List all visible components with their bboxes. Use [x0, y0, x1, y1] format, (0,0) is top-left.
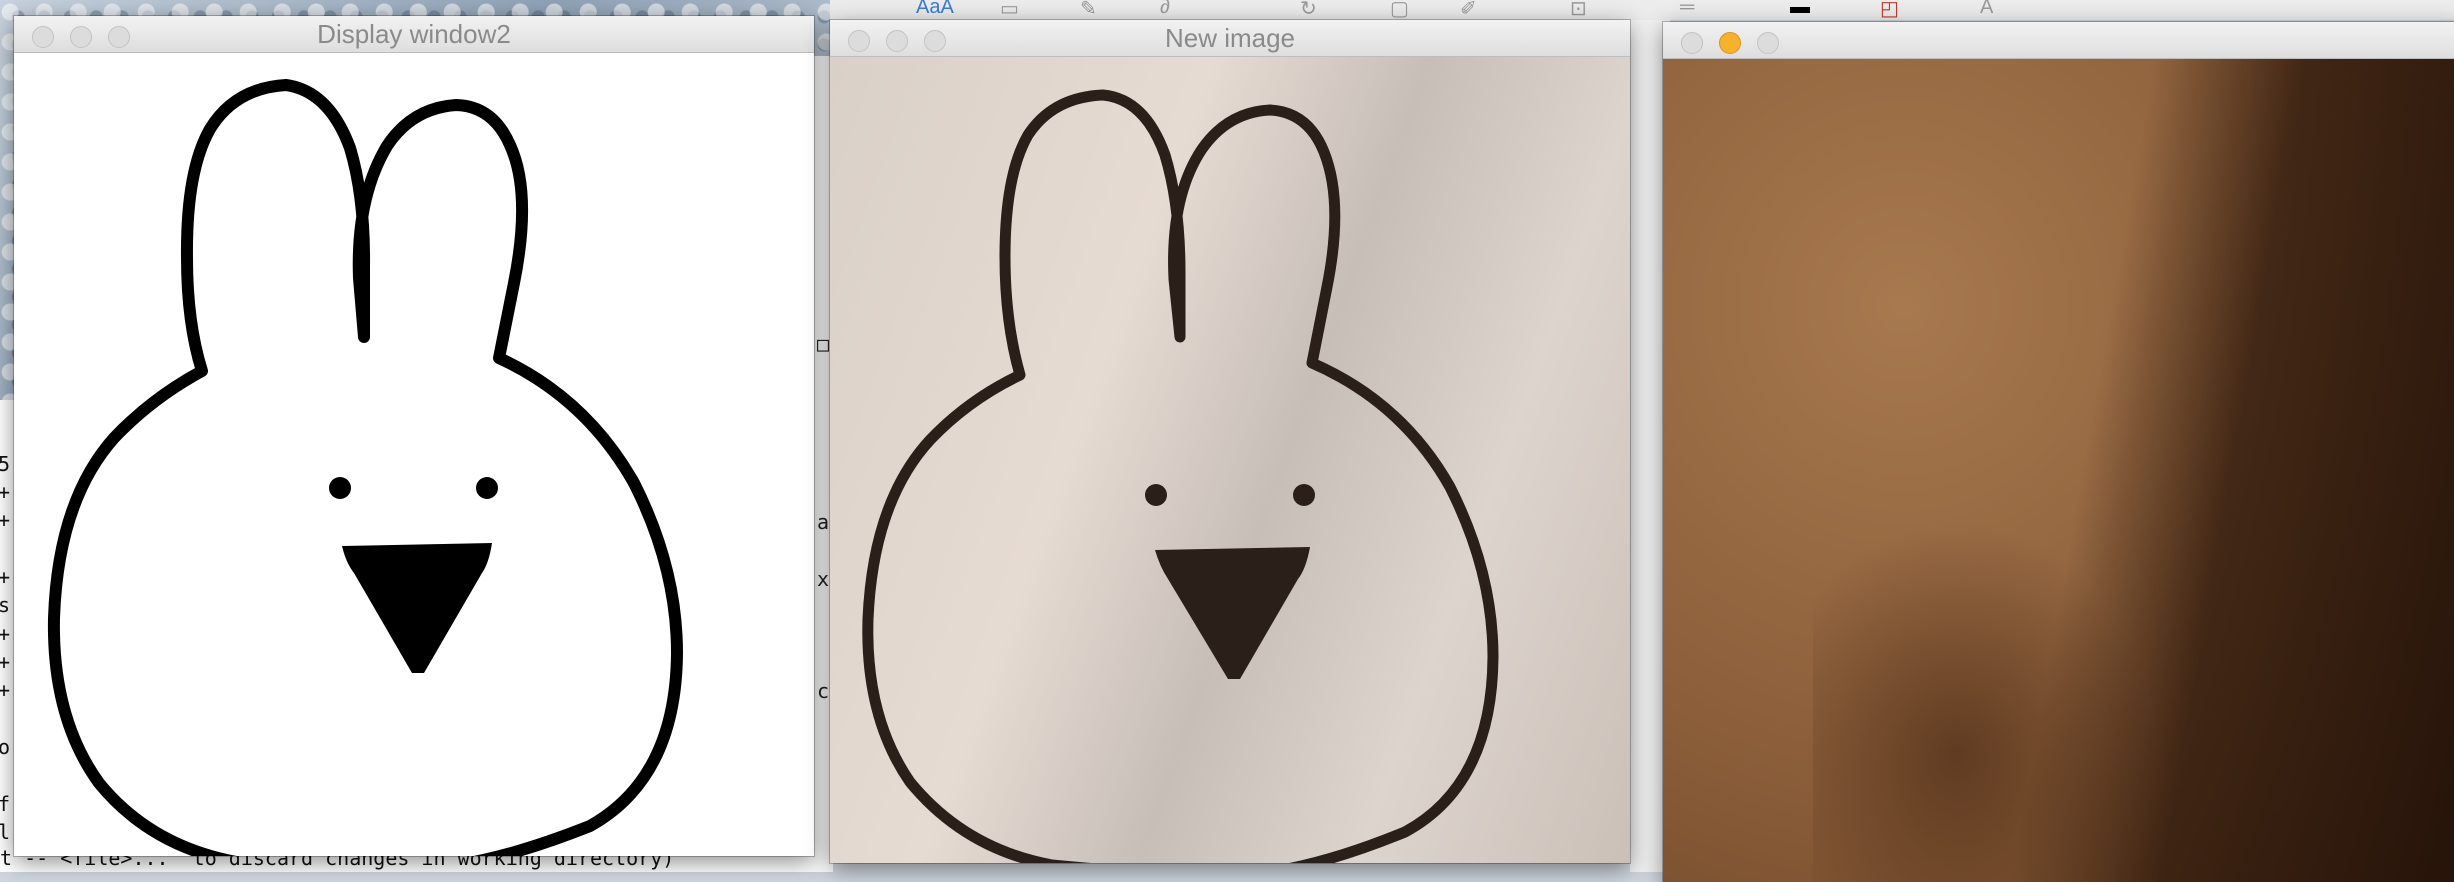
window-titlebar[interactable]: Display window2 — [14, 16, 814, 53]
close-button[interactable] — [1681, 32, 1703, 54]
terminal-line: + — [0, 678, 11, 702]
rotate-icon[interactable]: ↻ — [1300, 0, 1317, 20]
camera-frame — [1663, 59, 2454, 882]
bunny-photo — [862, 89, 1499, 863]
terminal-line: l — [0, 820, 11, 844]
minimize-button[interactable] — [1719, 32, 1741, 54]
background-fragment: c — [817, 679, 830, 703]
terminal-line: + — [0, 508, 11, 532]
terminal-line: 5 — [0, 452, 11, 476]
background-fragment: x — [817, 567, 830, 591]
right-eye — [476, 477, 498, 499]
background-app-toolbar: AaA ▭ ✎ ∂ ↻ ▢ ✐ ⊡ ═ ▬ ◰ A — [830, 0, 2454, 20]
right-eye — [1293, 484, 1315, 506]
crop-icon[interactable]: ⊡ — [1570, 0, 1587, 20]
terminal-line: s — [0, 593, 11, 617]
shape-icon[interactable]: ▭ — [1000, 0, 1019, 20]
pen-icon[interactable]: ✎ — [1080, 0, 1097, 20]
left-eye — [1145, 484, 1167, 506]
font-style-button[interactable]: AaA — [916, 0, 954, 18]
fabric-fold — [1813, 502, 2173, 882]
text-style-icon[interactable]: A — [1980, 0, 1993, 18]
display-window[interactable]: Display window2 — [14, 16, 814, 856]
background-fragment: □ — [817, 332, 830, 356]
zoom-button[interactable] — [1757, 32, 1779, 54]
terminal-line: + — [0, 650, 11, 674]
window-titlebar[interactable] — [1663, 22, 2454, 59]
share-icon[interactable]: ▢ — [1390, 0, 1409, 20]
new-image-window[interactable]: New image — [830, 20, 1630, 863]
left-eye — [329, 477, 351, 499]
terminal-line: + — [0, 480, 11, 504]
nose — [1155, 547, 1310, 679]
bunny-outline — [862, 89, 1499, 863]
image-canvas — [830, 57, 1630, 863]
border-color-icon[interactable]: ▬ — [1790, 0, 1810, 18]
terminal-line: f — [0, 792, 11, 816]
stamp-icon[interactable]: ✐ — [1460, 0, 1477, 20]
background-fragment: a — [817, 510, 830, 534]
terminal-line: + — [0, 622, 11, 646]
window-controls — [1681, 32, 1779, 54]
bunny-outline — [47, 79, 683, 856]
line-style-icon[interactable]: ═ — [1680, 0, 1694, 18]
terminal-line: + — [0, 565, 11, 589]
camera-window[interactable] — [1663, 22, 2454, 882]
bunny-drawing — [47, 79, 683, 856]
window-title: New image — [1164, 23, 1296, 53]
fill-color-icon[interactable]: ◰ — [1880, 0, 1899, 20]
image-canvas — [14, 53, 814, 856]
window-title: Display window2 — [317, 19, 511, 49]
sign-icon[interactable]: ∂ — [1160, 0, 1170, 18]
window-titlebar[interactable]: New image — [830, 20, 1630, 57]
